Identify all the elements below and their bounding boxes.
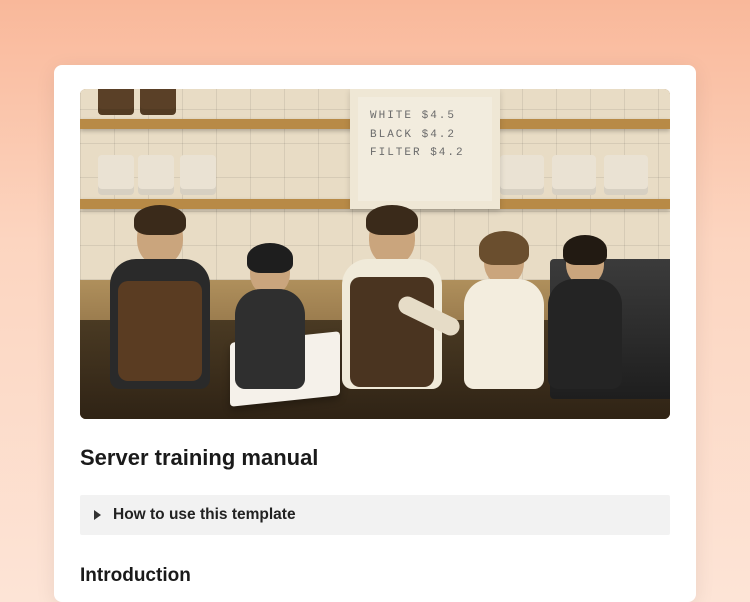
barista-figure (332, 211, 452, 389)
section-heading: Introduction (80, 565, 670, 587)
menu-line: WHITE $4.5 (370, 107, 480, 126)
canister (98, 89, 134, 115)
menu-line: FILTER $4.2 (370, 144, 480, 163)
barista-figure (230, 249, 310, 389)
barista-figure (100, 211, 220, 389)
canister (98, 155, 134, 195)
menu-board: WHITE $4.5 BLACK $4.2 FILTER $4.2 (350, 89, 500, 209)
hero-scene: WHITE $4.5 BLACK $4.2 FILTER $4.2 (80, 89, 670, 419)
caret-right-icon (94, 510, 101, 520)
collapse-toggle[interactable]: How to use this template (80, 495, 670, 535)
collapse-label: How to use this template (113, 506, 296, 524)
canister (604, 155, 648, 195)
barista-figure (456, 237, 552, 389)
document-card: WHITE $4.5 BLACK $4.2 FILTER $4.2 (54, 65, 696, 602)
canister (138, 155, 174, 195)
canister (500, 155, 544, 195)
canister (180, 155, 216, 195)
canister (140, 89, 176, 115)
canister (552, 155, 596, 195)
page-title: Server training manual (80, 445, 670, 471)
hero-image: WHITE $4.5 BLACK $4.2 FILTER $4.2 (80, 89, 670, 419)
menu-line: BLACK $4.2 (370, 126, 480, 145)
barista-figure (540, 241, 630, 389)
